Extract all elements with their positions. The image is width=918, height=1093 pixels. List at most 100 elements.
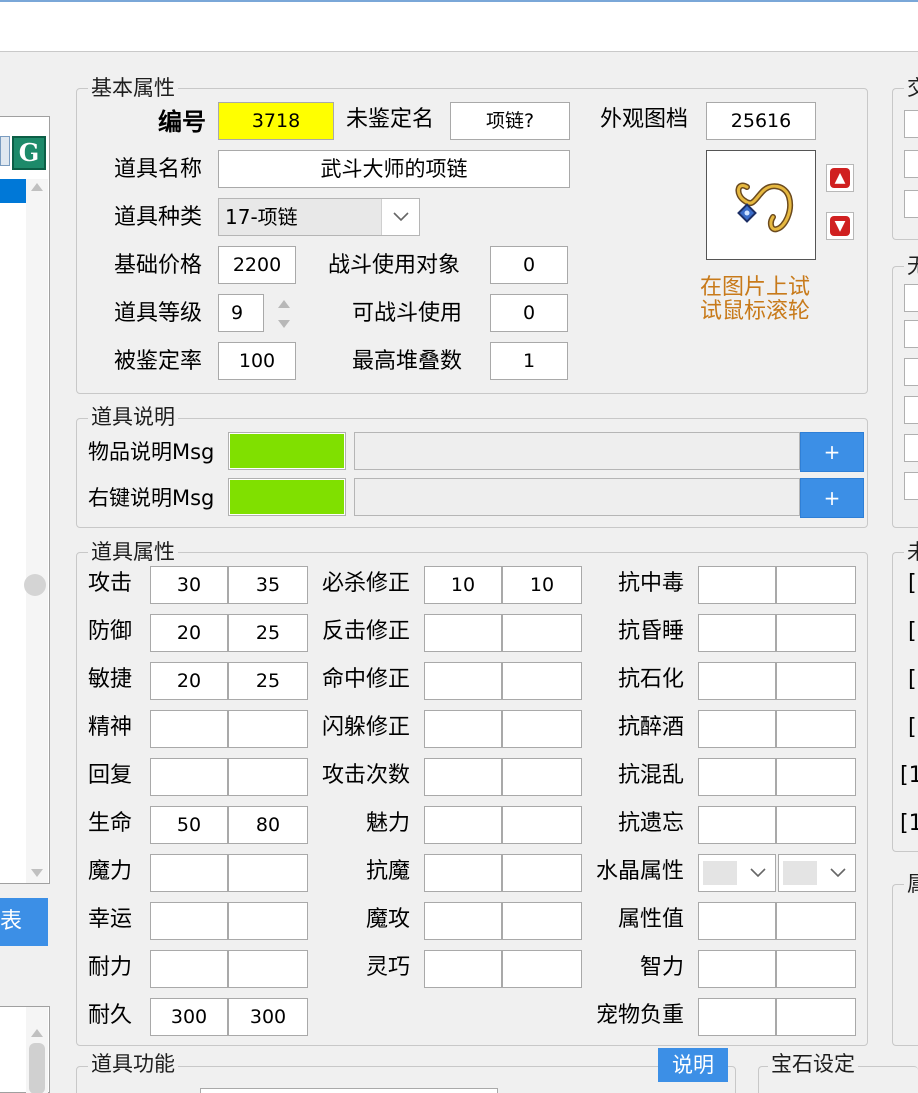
g-button[interactable]: G <box>12 136 46 170</box>
battle-usable-field[interactable]: 0 <box>490 294 568 332</box>
attr-min-field[interactable] <box>424 710 502 748</box>
left-list-panel[interactable] <box>0 116 50 884</box>
attr-min-field[interactable] <box>150 902 228 940</box>
crystal-element-select-1[interactable] <box>698 854 776 892</box>
scroll-up-arrow-icon[interactable] <box>31 183 43 191</box>
right-checkbox[interactable] <box>904 190 918 218</box>
attr-max-field[interactable] <box>776 806 856 844</box>
attr-max-field[interactable] <box>502 710 582 748</box>
right-checkbox[interactable] <box>904 150 918 178</box>
right-checkbox[interactable] <box>904 110 918 138</box>
item-msg-field[interactable] <box>354 432 800 470</box>
left-edge-button[interactable] <box>0 136 10 166</box>
item-msg-color[interactable] <box>228 432 346 470</box>
attr-min-field[interactable] <box>150 758 228 796</box>
attr-min-field[interactable]: 30 <box>150 566 228 604</box>
item-name-field[interactable]: 武斗大师的项链 <box>218 150 570 188</box>
attr-max-field[interactable] <box>502 854 582 892</box>
attr-min-field[interactable]: 20 <box>150 662 228 700</box>
level-stepper[interactable] <box>270 296 298 332</box>
attr-max-field[interactable] <box>776 902 856 940</box>
attr-min-field[interactable] <box>424 614 502 652</box>
attr-min-field[interactable]: 300 <box>150 998 228 1036</box>
max-stack-field[interactable]: 1 <box>490 342 568 380</box>
attr-min-field[interactable] <box>424 950 502 988</box>
right-checkbox[interactable] <box>904 358 918 386</box>
attr-max-field[interactable] <box>228 710 308 748</box>
attr-min-field[interactable] <box>698 662 776 700</box>
attr-max-field[interactable] <box>228 758 308 796</box>
chevron-down-icon[interactable] <box>821 855 855 891</box>
attr-min-field[interactable] <box>698 614 776 652</box>
item-image-frame[interactable] <box>706 150 816 260</box>
appearance-field[interactable]: 25616 <box>706 102 816 140</box>
list-selected-row[interactable] <box>0 179 26 203</box>
attr-min-field[interactable]: 50 <box>150 806 228 844</box>
attr-max-field[interactable] <box>776 662 856 700</box>
image-prev-button[interactable]: ▲ <box>826 164 854 192</box>
image-next-button[interactable]: ▼ <box>826 212 854 240</box>
attr-min-field[interactable] <box>424 662 502 700</box>
scroll-down-arrow-icon[interactable] <box>31 869 43 877</box>
attr-max-field[interactable] <box>776 566 856 604</box>
attr-max-field[interactable]: 35 <box>228 566 308 604</box>
item-level-field[interactable]: 9 <box>218 294 264 332</box>
attr-min-field[interactable] <box>698 806 776 844</box>
right-checkbox[interactable] <box>904 284 918 312</box>
attr-max-field[interactable] <box>776 614 856 652</box>
item-msg-add-button[interactable]: + <box>800 432 864 472</box>
attr-max-field[interactable]: 25 <box>228 614 308 652</box>
chevron-down-icon[interactable] <box>741 855 775 891</box>
attr-max-field[interactable] <box>502 950 582 988</box>
attr-min-field[interactable] <box>150 710 228 748</box>
left-lower-list[interactable] <box>0 1006 50 1093</box>
attr-min-field[interactable]: 10 <box>424 566 502 604</box>
attr-min-field[interactable] <box>150 854 228 892</box>
rclick-msg-add-button[interactable]: + <box>800 478 864 518</box>
attr-min-field[interactable] <box>698 710 776 748</box>
crystal-element-select-2[interactable] <box>778 854 856 892</box>
attr-min-field[interactable] <box>424 806 502 844</box>
attr-min-field[interactable] <box>424 758 502 796</box>
attr-max-field[interactable] <box>228 902 308 940</box>
chevron-down-icon[interactable] <box>381 199 419 235</box>
right-checkbox[interactable] <box>904 320 918 348</box>
attr-max-field[interactable] <box>502 758 582 796</box>
function-field[interactable] <box>200 1088 498 1093</box>
lower-scrollbar[interactable] <box>26 1007 48 1093</box>
right-checkbox[interactable] <box>904 472 918 500</box>
attr-min-field[interactable] <box>424 902 502 940</box>
slider-knob[interactable] <box>24 574 46 596</box>
rclick-msg-field[interactable] <box>354 478 800 516</box>
attr-max-field[interactable] <box>776 710 856 748</box>
attr-min-field[interactable] <box>150 950 228 988</box>
attr-min-field[interactable]: 20 <box>150 614 228 652</box>
attr-min-field[interactable] <box>698 758 776 796</box>
item-type-select[interactable]: 17-项链 <box>218 198 420 236</box>
explain-button[interactable]: 说明 <box>658 1048 728 1082</box>
scroll-thumb[interactable] <box>29 1043 45 1093</box>
attr-max-field[interactable] <box>776 950 856 988</box>
attr-max-field[interactable] <box>776 758 856 796</box>
base-price-field[interactable]: 2200 <box>218 246 296 284</box>
attr-max-field[interactable]: 80 <box>228 806 308 844</box>
battle-target-field[interactable]: 0 <box>490 246 568 284</box>
left-blue-button[interactable]: 表 <box>0 898 48 946</box>
unidentified-name-field[interactable]: 项链? <box>450 102 570 140</box>
attr-max-field[interactable]: 25 <box>228 662 308 700</box>
right-checkbox[interactable] <box>904 396 918 424</box>
scroll-up-arrow-icon[interactable] <box>31 1029 43 1037</box>
attr-min-field[interactable] <box>424 854 502 892</box>
rclick-msg-color[interactable] <box>228 478 346 516</box>
attr-max-field[interactable] <box>502 662 582 700</box>
id-field[interactable]: 3718 <box>218 102 334 140</box>
attr-max-field[interactable]: 300 <box>228 998 308 1036</box>
attr-min-field[interactable] <box>698 998 776 1036</box>
attr-min-field[interactable] <box>698 950 776 988</box>
attr-max-field[interactable] <box>502 614 582 652</box>
attr-max-field[interactable] <box>502 806 582 844</box>
attr-max-field[interactable]: 10 <box>502 566 582 604</box>
right-checkbox[interactable] <box>904 434 918 462</box>
attr-max-field[interactable] <box>776 998 856 1036</box>
attr-min-field[interactable] <box>698 902 776 940</box>
